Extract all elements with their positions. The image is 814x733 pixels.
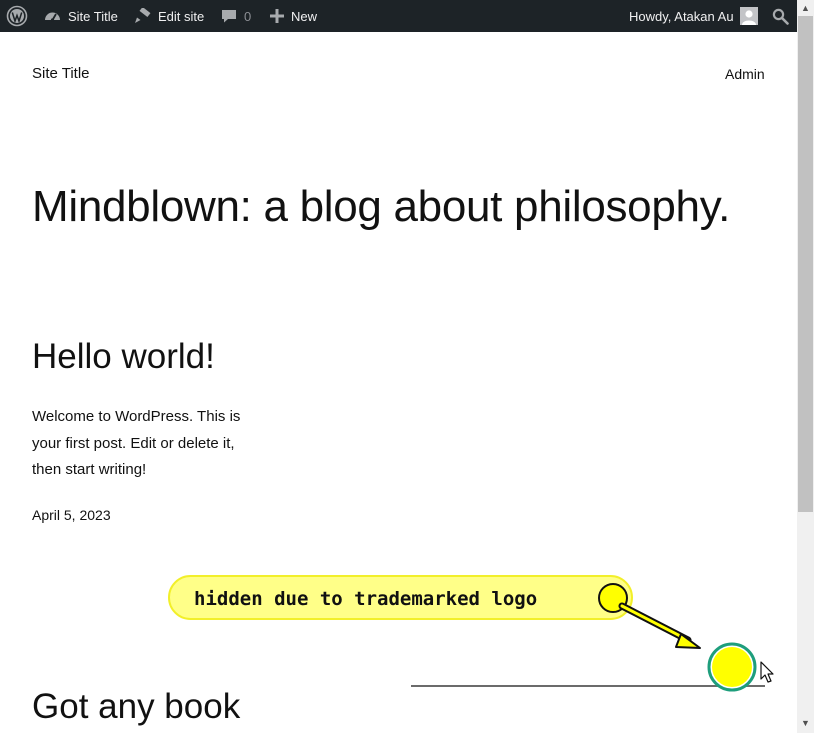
cursor-icon: [760, 661, 774, 683]
annotation-overlay: [598, 583, 774, 692]
annotation-marker: [712, 647, 752, 687]
